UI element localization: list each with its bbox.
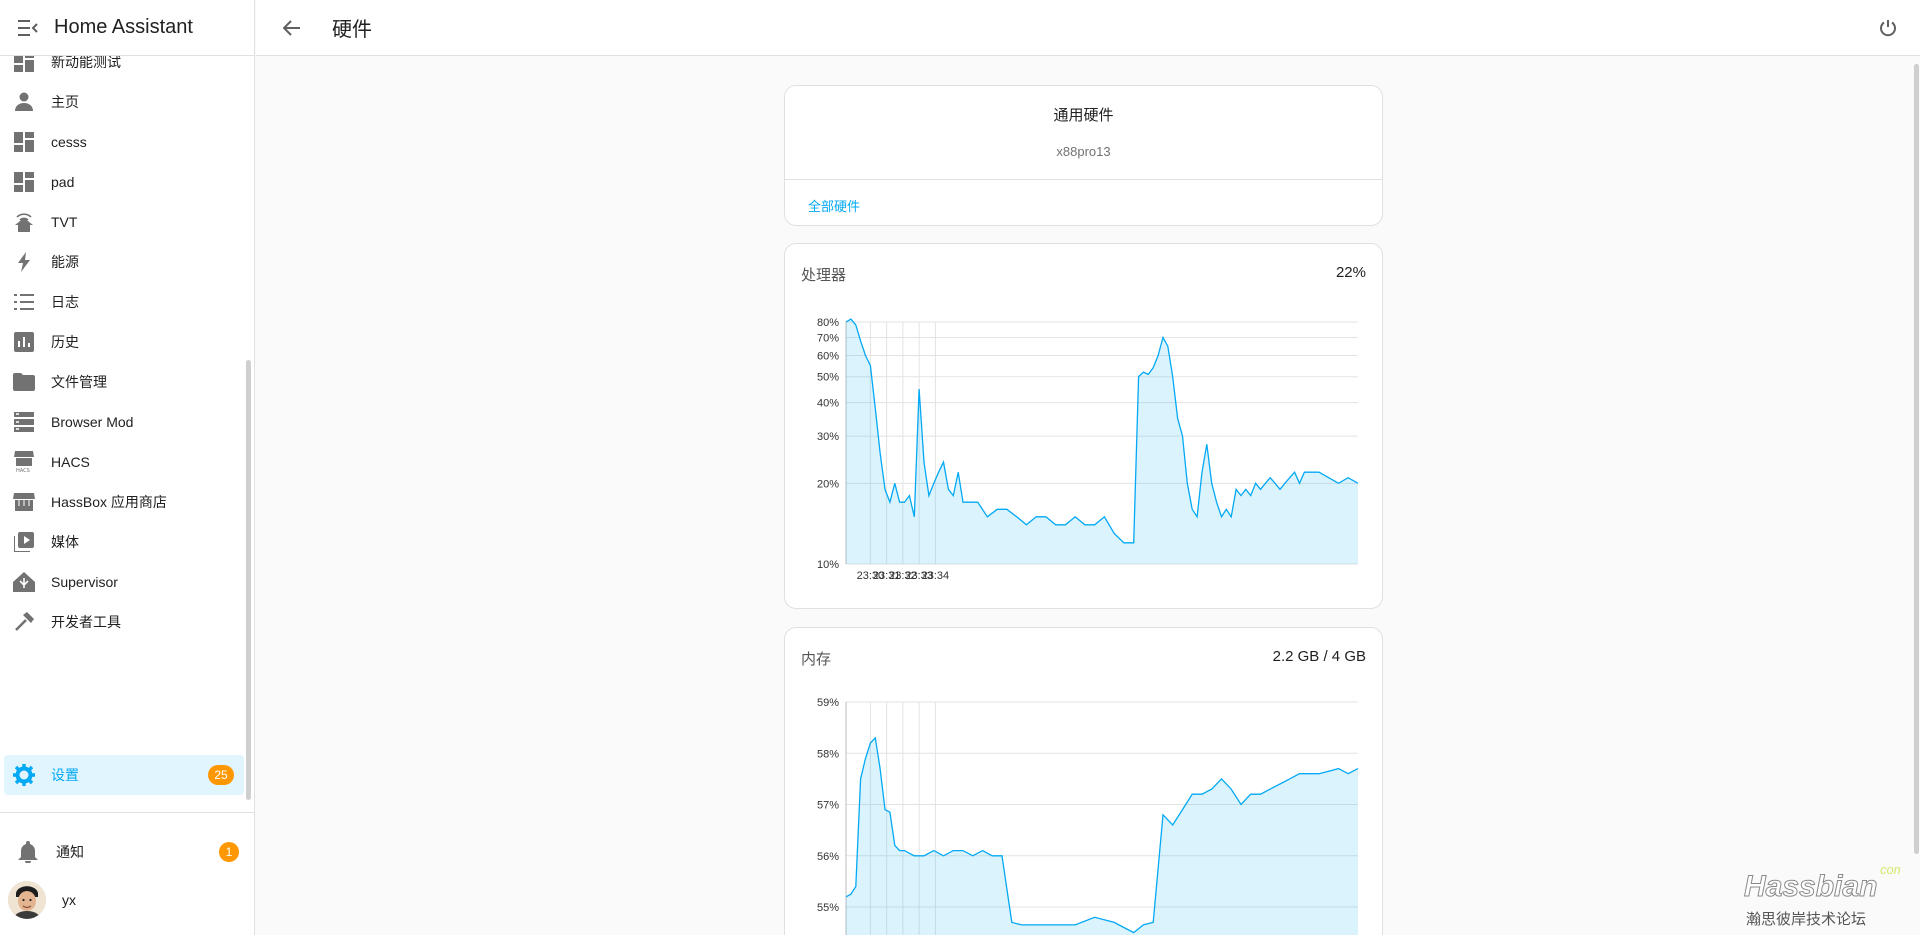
sidebar-scrollbar[interactable]	[246, 360, 251, 800]
sidebar-item-settings[interactable]: 设置 25	[4, 755, 244, 795]
avatar	[8, 881, 46, 919]
page-title: 硬件	[332, 19, 372, 41]
power-icon[interactable]	[1876, 16, 1900, 40]
y-tick-label: 57%	[817, 800, 839, 812]
sidebar-item-label: 媒体	[51, 534, 79, 550]
notifications-label: 通知	[56, 844, 84, 860]
sidebar-item-media[interactable]: 媒体	[0, 522, 246, 562]
gear-icon	[12, 763, 36, 787]
board-name: x88pro13	[1056, 144, 1111, 159]
sidebar-item-pad[interactable]: pad	[0, 162, 246, 202]
home-signal-icon	[12, 210, 36, 234]
sidebar-item-label: 设置	[51, 767, 79, 783]
bell-icon	[16, 840, 40, 864]
sidebar-item-label: HassBox 应用商店	[51, 494, 167, 510]
cpu-card: 处理器 22% 10% 20% 30% 40% 50% 60% 70% 80% 23:30 23:…	[784, 243, 1383, 609]
sidebar-item-label: 历史	[51, 334, 79, 350]
cpu-chart[interactable]: 10%20%30%40%50%60%70%80%23:3023:3123:322…	[785, 244, 1383, 609]
user-profile-button[interactable]: yx	[0, 877, 255, 923]
sidebar-item-hassbox-store[interactable]: HassBox 应用商店	[0, 482, 246, 522]
person-icon	[12, 90, 36, 114]
sidebar-item-label: TVT	[51, 214, 78, 230]
watermark-tagline: 瀚思彼岸技术论坛	[1746, 910, 1866, 928]
sidebar-item-files[interactable]: 文件管理	[0, 362, 246, 402]
chart-box-icon	[12, 330, 36, 354]
sidebar-item-partial[interactable]: 新动能测试	[0, 56, 246, 82]
watermark: com Hassbian 瀚思彼岸技术论坛	[1740, 856, 1905, 930]
server-icon	[12, 410, 36, 434]
sidebar-list: 新动能测试 主页 cesss pad TVT 能源 日志 历史 文件管理 Bro…	[0, 56, 246, 809]
sidebar-item-history[interactable]: 历史	[0, 322, 246, 362]
sidebar-item-energy[interactable]: 能源	[0, 242, 246, 282]
y-tick-label: 59%	[817, 697, 839, 709]
sidebar-item-label: 开发者工具	[51, 614, 121, 630]
sidebar-item-cesss[interactable]: cesss	[0, 122, 246, 162]
y-tick-label: 20%	[817, 478, 839, 490]
hacs-store-icon: HACS	[12, 450, 36, 474]
svg-text:HACS: HACS	[16, 468, 30, 473]
y-tick-label: 40%	[817, 398, 839, 410]
y-tick-label: 70%	[817, 333, 839, 345]
main-scrollbar[interactable]	[1914, 64, 1919, 854]
card-divider	[785, 179, 1382, 180]
dashboard-icon	[12, 56, 36, 74]
memory-chart[interactable]: 55% 56% 57% 58% 59%	[785, 628, 1383, 935]
sidebar-item-home[interactable]: 主页	[0, 82, 246, 122]
back-arrow-icon[interactable]	[280, 16, 304, 40]
sidebar-item-label: pad	[51, 174, 75, 190]
sidebar-item-tvt[interactable]: TVT	[0, 202, 246, 242]
memory-area	[846, 737, 1358, 935]
sidebar-item-supervisor[interactable]: Supervisor	[0, 562, 246, 602]
settings-badge: 25	[208, 765, 234, 785]
sidebar-item-label: Browser Mod	[51, 414, 134, 430]
sidebar-item-label: 日志	[51, 294, 79, 310]
notifications-button[interactable]: 通知 1	[0, 829, 255, 875]
lightning-icon	[12, 250, 36, 274]
top-bar: 硬件	[256, 0, 1920, 56]
all-hardware-link[interactable]: 全部硬件	[808, 196, 860, 215]
notifications-badge: 1	[219, 842, 239, 862]
watermark-brand: Hassbian	[1744, 870, 1877, 903]
memory-card: 内存 2.2 GB / 4 GB 55% 56% 57% 58% 59%	[784, 627, 1383, 935]
sidebar-item-label: 新动能测试	[51, 56, 121, 70]
y-tick-label: 56%	[817, 851, 839, 863]
hammer-icon	[12, 610, 36, 634]
sidebar-item-developer-tools[interactable]: 开发者工具	[0, 602, 246, 642]
sidebar-item-browser-mod[interactable]: Browser Mod	[0, 402, 246, 442]
watermark-suffix: com	[1880, 862, 1900, 877]
dashboard-icon	[12, 170, 36, 194]
sidebar-item-label: HACS	[51, 454, 90, 470]
play-box-icon	[12, 530, 36, 554]
sidebar: Home Assistant 新动能测试 主页 cesss pad TVT 能源	[0, 0, 255, 935]
store-icon	[12, 490, 36, 514]
y-tick-label: 58%	[817, 748, 839, 760]
menu-toggle-icon[interactable]	[16, 16, 40, 40]
dashboard-icon	[12, 130, 36, 154]
general-hardware-title: 通用硬件	[1053, 107, 1114, 124]
app-title: Home Assistant	[54, 16, 193, 38]
sidebar-item-logbook[interactable]: 日志	[0, 282, 246, 322]
general-hardware-card: 通用硬件 x88pro13 全部硬件	[784, 85, 1383, 226]
list-icon	[12, 290, 36, 314]
sidebar-item-label: Supervisor	[51, 574, 118, 590]
watermark-logo: com Hassbian 瀚思彼岸技术论坛	[1744, 862, 1905, 928]
y-tick-label: 10%	[817, 559, 839, 571]
y-tick-label: 55%	[817, 902, 839, 914]
sidebar-header: Home Assistant	[0, 0, 254, 56]
sidebar-item-label: 文件管理	[51, 374, 107, 390]
sidebar-item-label: 主页	[51, 94, 79, 110]
x-tick-label: 23:34	[922, 570, 950, 582]
sidebar-item-label: 能源	[51, 254, 79, 270]
y-tick-label: 80%	[817, 317, 839, 329]
y-tick-label: 50%	[817, 372, 839, 384]
y-tick-label: 60%	[817, 350, 839, 362]
sidebar-divider	[0, 812, 255, 813]
sidebar-item-hacs[interactable]: HACS HACS	[0, 442, 246, 482]
supervisor-icon	[12, 570, 36, 594]
folder-icon	[12, 370, 36, 394]
y-tick-label: 30%	[817, 431, 839, 443]
user-name: yx	[62, 892, 76, 908]
sidebar-item-label: cesss	[51, 134, 87, 150]
